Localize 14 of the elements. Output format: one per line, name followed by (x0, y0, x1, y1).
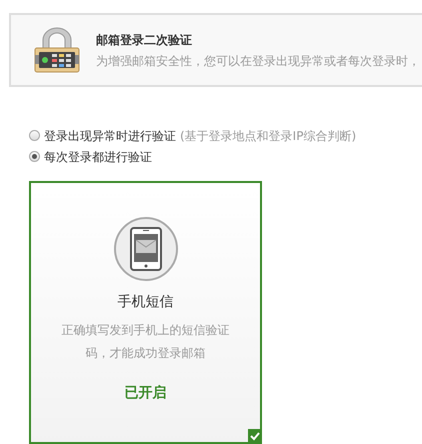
check-icon (248, 428, 262, 443)
panel-description: 为增强邮箱安全性，您可以在登录出现异常或者每次登录时， (96, 52, 420, 70)
method-status: 已开启 (124, 384, 168, 403)
panel-title: 邮箱登录二次验证 (96, 32, 193, 48)
method-card[interactable]: 手机短信 正确填写发到手机上的短信验证码，才能成功登录邮箱 已开启 (29, 181, 262, 444)
radio-button[interactable] (29, 130, 40, 141)
option-label[interactable]: 每次登录都进行验证 (44, 148, 152, 166)
option-note: (基于登录地点和登录IP综合判断) (180, 128, 356, 144)
method-title: 手机短信 (116, 293, 174, 312)
phone-message-icon (112, 216, 178, 282)
lock-icon (33, 26, 81, 74)
radio-button[interactable] (29, 151, 40, 162)
method-description: 正确填写发到手机上的短信验证码，才能成功登录邮箱 (60, 322, 230, 362)
option-label[interactable]: 登录出现异常时进行验证 (44, 126, 176, 144)
